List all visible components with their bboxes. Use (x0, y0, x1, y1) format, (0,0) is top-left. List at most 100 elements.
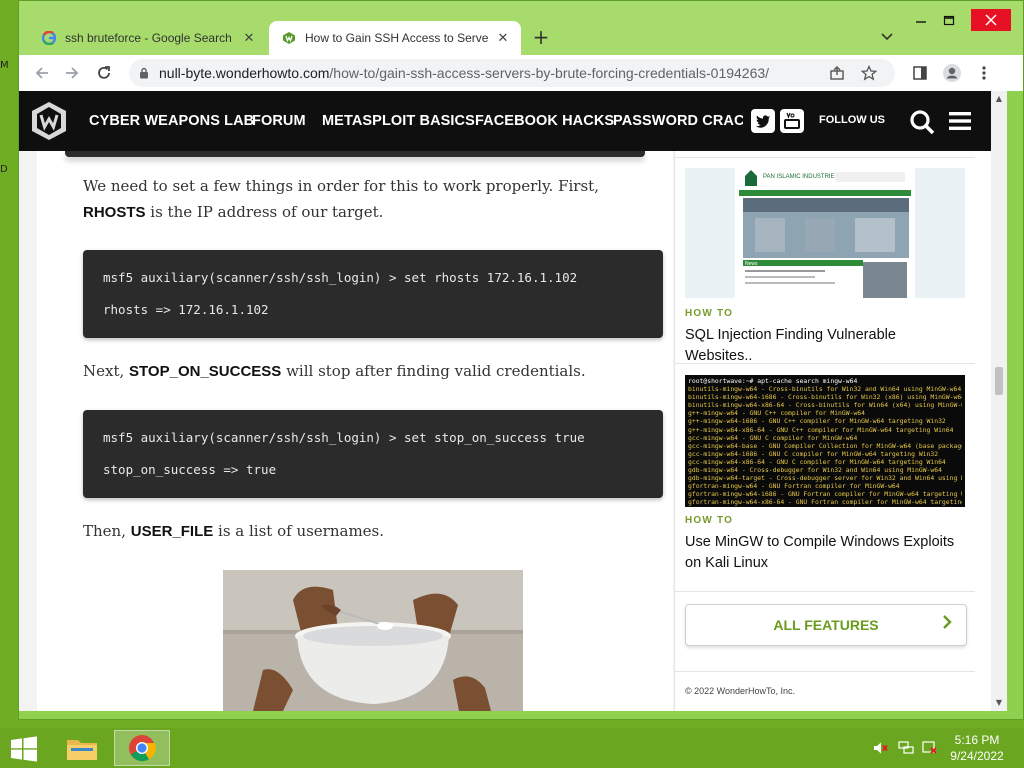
windows-start-icon[interactable] (10, 736, 38, 762)
terminal-line: binutils-mingw-w64 - Cross-binutils for … (688, 385, 962, 394)
nav-cyber-weapons-lab[interactable]: CYBER WEAPONS LAB (89, 113, 254, 129)
copyright-text: © 2022 WonderHowTo, Inc. (685, 686, 796, 696)
reload-icon[interactable] (89, 58, 119, 88)
terminal-line: binutils-mingw-w64-i686 - Cross-binutils… (688, 393, 962, 402)
chevron-right-icon (942, 615, 952, 634)
share-icon[interactable] (827, 63, 847, 83)
code-line: rhosts => 172.16.1.102 (103, 302, 269, 317)
divider (675, 671, 975, 672)
scrollbar-thumb[interactable] (995, 367, 1003, 395)
tab-google-search[interactable]: ssh bruteforce - Google Search ✕ (29, 21, 267, 55)
terminal-line: gcc-mingw-w64-x86-64 - GNU C compiler fo… (688, 457, 946, 466)
minimize-button[interactable] (907, 9, 935, 31)
bookmark-star-icon[interactable] (859, 63, 879, 83)
lock-icon (129, 67, 159, 79)
paragraph-user-file: Then, USER_FILE is a list of usernames. (83, 518, 663, 545)
profile-avatar-icon[interactable] (937, 58, 967, 88)
youtube-icon[interactable] (780, 109, 804, 133)
sidebar-thumbnail-sql[interactable]: PAN ISLAMIC INDUSTRIES News (685, 168, 965, 298)
code-line: msf5 auxiliary(scanner/ssh/ssh_login) > … (103, 430, 585, 445)
google-icon (41, 30, 57, 46)
paragraph-text: Next, (83, 362, 130, 380)
terminal-line: gcc-mingw-w64-base - GNU Compiler Collec… (688, 441, 962, 450)
chrome-icon[interactable] (114, 730, 170, 766)
all-features-label: ALL FEATURES (773, 617, 879, 633)
keyword-stop-on-success: STOP_ON_SUCCESS (129, 363, 282, 380)
all-features-button[interactable]: ALL FEATURES (685, 604, 967, 646)
url-host: null-byte.wonderhowto.com (159, 65, 330, 81)
browser-window: ssh bruteforce - Google Search ✕ How to … (18, 0, 1024, 720)
wonderhowto-logo[interactable] (31, 101, 67, 141)
terminal-line: g++-mingw-w64-i686 - GNU C++ compiler fo… (688, 417, 946, 426)
terminal-text: root@shortwave:~# apt-cache search mingw… (688, 377, 962, 507)
wonderhowto-favicon-icon (281, 30, 297, 46)
network-icon[interactable] (897, 740, 915, 756)
terminal-line: root@shortwave:~# apt-cache search mingw… (688, 377, 858, 385)
forward-arrow-icon[interactable] (57, 58, 87, 88)
address-bar[interactable]: null-byte.wonderhowto.com/how-to/gain-ss… (129, 59, 895, 87)
browser-toolbar: null-byte.wonderhowto.com/how-to/gain-ss… (19, 55, 1023, 91)
volume-muted-icon[interactable] (872, 740, 890, 756)
paragraph-text: We need to set a few things in order for… (83, 177, 599, 195)
nav-facebook-hacks[interactable]: FACEBOOK HACKS (475, 113, 614, 129)
taskbar-clock[interactable]: 5:16 PM 9/24/2022 (942, 732, 1012, 764)
windows-taskbar: 5:16 PM 9/24/2022 (0, 728, 1024, 768)
tab-close-icon[interactable]: ✕ (241, 30, 257, 46)
page-scrollbar[interactable]: ▲ ▼ (991, 91, 1007, 711)
code-line: stop_on_success => true (103, 462, 277, 477)
file-explorer-icon[interactable] (54, 730, 110, 766)
action-center-icon[interactable] (921, 740, 939, 756)
site-navbar: CYBER WEAPONS LAB FORUM METASPLOIT BASIC… (19, 91, 991, 151)
code-line: msf5 auxiliary(scanner/ssh/ssh_login) > … (103, 270, 578, 285)
category-kicker: HOW TO (685, 308, 734, 319)
paragraph-text: is a list of usernames. (213, 522, 385, 540)
article-body: We need to set a few things in order for… (37, 151, 673, 711)
back-arrow-icon[interactable] (27, 58, 57, 88)
restore-button[interactable] (935, 9, 963, 31)
tab-title: How to Gain SSH Access to Serve (305, 31, 489, 45)
close-window-button[interactable] (971, 9, 1011, 31)
terminal-line: binutils-mingw-w64-x86-64 - Cross-binuti… (688, 401, 962, 410)
paragraph-stop-on-success: Next, STOP_ON_SUCCESS will stop after fi… (83, 358, 663, 385)
tab-close-icon[interactable]: ✕ (495, 30, 511, 46)
scroll-down-arrow-icon[interactable]: ▼ (994, 698, 1004, 708)
tab-title: ssh bruteforce - Google Search (65, 31, 232, 45)
article-photo (223, 570, 523, 711)
twitter-icon[interactable] (751, 109, 775, 133)
paragraph-text: is the IP address of our target. (145, 203, 384, 221)
hamburger-menu-icon[interactable] (949, 111, 971, 131)
tab-ssh-article[interactable]: How to Gain SSH Access to Serve ✕ (269, 21, 521, 55)
page-viewport: We need to set a few things in order for… (19, 91, 991, 711)
new-tab-button[interactable]: + (529, 25, 553, 49)
url-path: /how-to/gain-ssh-access-servers-by-brute… (329, 65, 770, 81)
keyword-user-file: USER_FILE (130, 523, 214, 540)
divider (675, 363, 975, 364)
category-kicker: HOW TO (685, 515, 734, 526)
sidebar-article-title[interactable]: Use MinGW to Compile Windows Exploits on… (685, 532, 967, 574)
search-icon[interactable] (909, 109, 935, 135)
code-block-rhosts[interactable]: msf5 auxiliary(scanner/ssh/ssh_login) > … (83, 250, 663, 338)
code-block-stop-on-success[interactable]: msf5 auxiliary(scanner/ssh/ssh_login) > … (83, 410, 663, 498)
scroll-up-arrow-icon[interactable]: ▲ (994, 94, 1004, 104)
side-panel-icon[interactable] (905, 58, 935, 88)
terminal-line: gdb-mingw-w64 - Cross-debugger for Win32… (688, 466, 942, 475)
sidebar-thumbnail-mingw[interactable]: root@shortwave:~# apt-cache search mingw… (685, 375, 965, 507)
terminal-line: gcc-mingw-w64-i686 - GNU C compiler for … (688, 449, 939, 458)
paragraph-text: will stop after finding valid credential… (281, 362, 586, 380)
sidebar-article-title[interactable]: SQL Injection Finding Vulnerable Website… (685, 325, 967, 367)
terminal-line: gfortran-mingw-w64-x86-64 - GNU Fortran … (688, 498, 962, 507)
thumbnail-news-label: News (745, 261, 758, 267)
thumbnail-org-name: PAN ISLAMIC INDUSTRIES (763, 174, 839, 180)
nav-password-cracking[interactable]: PASSWORD CRACKIN (613, 113, 743, 129)
desktop-icon-fragment: M (0, 60, 9, 71)
keyword-rhosts: RHOSTS (83, 204, 146, 221)
paragraph-text: Then, (83, 522, 131, 540)
nav-forum[interactable]: FORUM (252, 113, 306, 129)
terminal-line: gfortran-mingw-w64-i686 - GNU Fortran co… (688, 490, 962, 499)
tab-search-chevron-icon[interactable] (877, 27, 897, 47)
nav-metasploit-basics[interactable]: METASPLOIT BASICS (322, 113, 475, 129)
tab-strip: ssh bruteforce - Google Search ✕ How to … (19, 1, 1023, 55)
terminal-line: g++-mingw-w64-x86-64 - GNU C++ compiler … (688, 425, 954, 434)
sidebar: PAN ISLAMIC INDUSTRIES News HOW TO SQL I… (674, 151, 991, 711)
kebab-menu-icon[interactable] (969, 58, 999, 88)
